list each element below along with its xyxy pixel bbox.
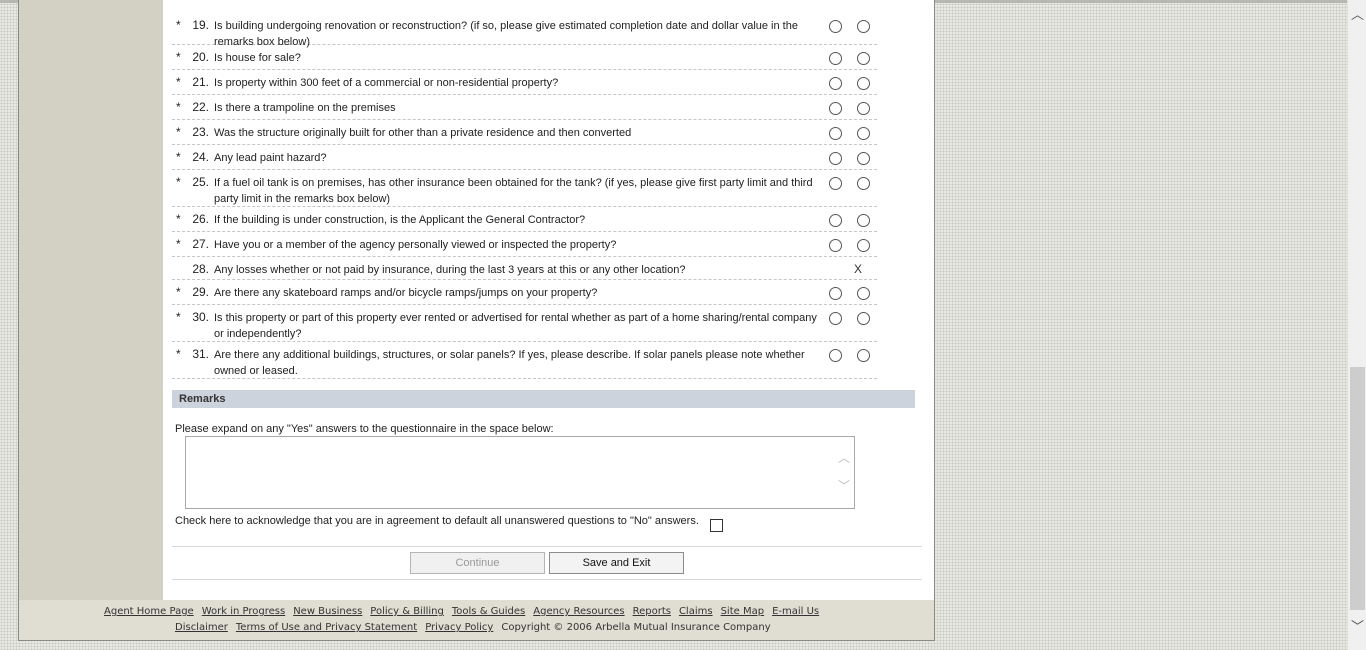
footer-link[interactable]: Agency Resources: [533, 606, 624, 617]
footer-link[interactable]: Disclaimer: [175, 622, 228, 633]
question-text: If a fuel oil tank is on premises, has o…: [214, 177, 813, 205]
question-row: * 20. Is house for sale?: [172, 45, 877, 70]
yes-radio[interactable]: [829, 152, 842, 165]
footer-link[interactable]: New Business: [293, 606, 362, 617]
separator: [172, 546, 922, 547]
footer-link[interactable]: Terms of Use and Privacy Statement: [236, 622, 417, 633]
question-row: * 29. Are there any skateboard ramps and/o…: [172, 280, 877, 305]
yes-radio[interactable]: [829, 52, 842, 65]
separator: [172, 579, 922, 580]
no-radio[interactable]: [857, 312, 870, 325]
no-radio[interactable]: [857, 287, 870, 300]
page-frame: * 19. Is building undergoing renovation or…: [18, 0, 935, 641]
footer-link[interactable]: Privacy Policy: [425, 622, 493, 633]
footer-link[interactable]: Tools & Guides: [452, 606, 525, 617]
footer-links-primary: Agent Home Page Work in Progress New Busin…: [104, 606, 827, 617]
question-text: Are there any additional buildings, stru…: [214, 349, 805, 377]
question-text: Any losses whether or not paid by insura…: [214, 264, 686, 276]
no-radio[interactable]: [857, 177, 870, 190]
question-row: * 30. Is this property or part of this pro…: [172, 305, 877, 342]
no-radio[interactable]: [857, 214, 870, 227]
footer-links-secondary: Disclaimer Terms of Use and Privacy State…: [175, 622, 771, 633]
question-text: Any lead paint hazard?: [214, 152, 327, 164]
scrollbar-thumb[interactable]: [1350, 367, 1365, 610]
acknowledge-checkbox[interactable]: [710, 519, 723, 532]
chevron-down-icon[interactable]: ﹀: [1348, 616, 1366, 634]
question-text: Have you or a member of the agency perso…: [214, 239, 617, 251]
copyright-text: Copyright © 2006 Arbella Mutual Insuranc…: [501, 622, 771, 633]
footer-link[interactable]: E-mail Us: [772, 606, 819, 617]
question-row: * 31. Are there any additional buildings, …: [172, 342, 877, 379]
footer-link[interactable]: Work in Progress: [202, 606, 285, 617]
textarea-scroll-down-icon[interactable]: ﹀: [838, 477, 850, 494]
question-number: 30.: [192, 310, 209, 324]
question-text: Is there a trampoline on the premises: [214, 102, 396, 114]
question-row: * 23. Was the structure originally built f…: [172, 120, 877, 145]
remarks-header: Remarks: [172, 390, 915, 408]
no-radio[interactable]: [857, 127, 870, 140]
footer-link[interactable]: Reports: [633, 606, 671, 617]
no-radio[interactable]: [857, 52, 870, 65]
chevron-up-icon[interactable]: ︿: [1348, 4, 1366, 22]
question-number: 21.: [192, 75, 209, 89]
no-radio[interactable]: [857, 349, 870, 362]
save-and-exit-button[interactable]: Save and Exit: [549, 552, 684, 574]
no-radio[interactable]: [857, 20, 870, 33]
question-text: Was the structure originally built for o…: [214, 127, 632, 139]
question-text: Are there any skateboard ramps and/or bi…: [214, 287, 598, 299]
question-text: Is this property or part of this propert…: [214, 312, 817, 340]
yes-radio[interactable]: [829, 77, 842, 90]
no-radio[interactable]: [857, 152, 870, 165]
acknowledge-label: Check here to acknowledge that you are i…: [175, 515, 699, 527]
question-row: 28. Any losses whether or not paid by ins…: [172, 257, 877, 280]
questionnaire-content: * 19. Is building undergoing renovation or…: [163, 0, 934, 600]
question-row: * 21. Is property within 300 feet of a com…: [172, 70, 877, 95]
answer-mark: X: [854, 262, 863, 276]
question-number: 28.: [192, 262, 209, 276]
question-number: 29.: [192, 285, 209, 299]
question-row: * 25. If a fuel oil tank is on premises, h…: [172, 170, 877, 207]
question-text: Is property within 300 feet of a commerc…: [214, 77, 559, 89]
question-row: * 22. Is there a trampoline on the premise…: [172, 95, 877, 120]
footer: Agent Home Page Work in Progress New Busin…: [19, 600, 934, 640]
question-row: * 26. If the building is under constructio…: [172, 207, 877, 232]
question-number: 31.: [192, 347, 209, 361]
textarea-scroll-up-icon[interactable]: ︿: [838, 449, 850, 466]
yes-radio[interactable]: [829, 214, 842, 227]
remarks-prompt: Please expand on any "Yes" answers to th…: [175, 423, 554, 435]
no-radio[interactable]: [857, 77, 870, 90]
question-number: 23.: [192, 125, 209, 139]
no-radio[interactable]: [857, 102, 870, 115]
yes-radio[interactable]: [829, 102, 842, 115]
question-number: 22.: [192, 100, 209, 114]
left-rail: [19, 0, 163, 600]
no-radio[interactable]: [857, 239, 870, 252]
question-number: 26.: [192, 212, 209, 226]
yes-radio[interactable]: [829, 349, 842, 362]
question-number: 24.: [192, 150, 209, 164]
question-text: If the building is under construction, i…: [214, 214, 586, 226]
footer-link[interactable]: Claims: [679, 606, 713, 617]
footer-link[interactable]: Site Map: [721, 606, 764, 617]
yes-radio[interactable]: [829, 287, 842, 300]
question-row: * 24. Any lead paint hazard?: [172, 145, 877, 170]
question-row: * 19. Is building undergoing renovation or…: [172, 13, 877, 48]
page-scrollbar[interactable]: ︿ ﹀: [1347, 0, 1366, 650]
question-number: 20.: [192, 50, 209, 64]
continue-button[interactable]: Continue: [410, 552, 545, 574]
question-number: 25.: [192, 175, 209, 189]
yes-radio[interactable]: [829, 127, 842, 140]
yes-radio[interactable]: [829, 312, 842, 325]
question-row: * 27. Have you or a member of the agency p…: [172, 232, 877, 257]
question-number: 19.: [192, 18, 209, 32]
footer-link[interactable]: Policy & Billing: [370, 606, 444, 617]
footer-link[interactable]: Agent Home Page: [104, 606, 194, 617]
yes-radio[interactable]: [829, 239, 842, 252]
question-number: 27.: [192, 237, 209, 251]
yes-radio[interactable]: [829, 20, 842, 33]
yes-radio[interactable]: [829, 177, 842, 190]
question-text: Is house for sale?: [214, 52, 301, 64]
remarks-textarea[interactable]: ︿ ﹀: [185, 436, 855, 509]
